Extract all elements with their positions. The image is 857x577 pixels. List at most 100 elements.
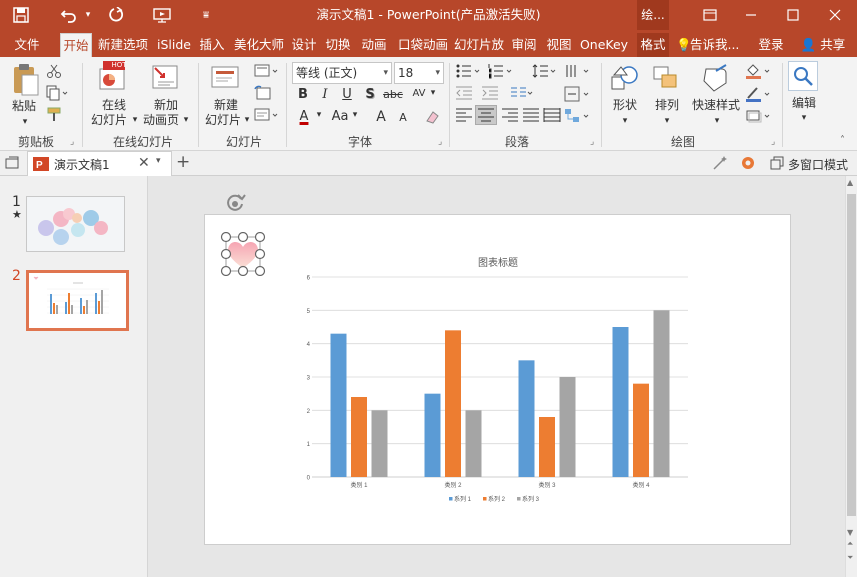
tab-format[interactable]: 格式	[637, 33, 669, 57]
font-color-dropdown-icon[interactable]: ▾	[314, 110, 324, 120]
bar-2-4[interactable]	[633, 383, 649, 477]
tab-onekey[interactable]: OneKey	[578, 33, 630, 57]
document-tab[interactable]: P 演示文稿1 ✕ ▾	[27, 151, 172, 176]
char-spacing-button[interactable]: AV	[408, 88, 430, 99]
quick-styles-button[interactable]: 快速样式	[688, 98, 744, 112]
context-tab-header[interactable]: 绘...	[637, 0, 669, 30]
change-case-dropdown-icon[interactable]: ▾	[350, 110, 360, 120]
arrange-icon[interactable]	[652, 63, 682, 98]
align-right-icon[interactable]	[501, 108, 519, 125]
tab-review[interactable]: 审阅	[508, 33, 540, 57]
quick-styles-icon[interactable]	[700, 63, 732, 98]
shape-effects-icon[interactable]	[745, 108, 773, 127]
tab-dropdown-icon[interactable]: ▾	[156, 156, 161, 166]
tabs-nav-icon[interactable]	[5, 156, 19, 173]
new-slide-icon[interactable]	[210, 63, 242, 98]
shapes-button[interactable]: 形状	[606, 98, 644, 112]
tab-view[interactable]: 视图	[544, 33, 574, 57]
new-slide-label1[interactable]: 新建	[206, 98, 246, 112]
reset-icon[interactable]	[254, 85, 272, 104]
align-text-icon[interactable]	[564, 86, 592, 105]
bar-1-2[interactable]	[424, 393, 441, 477]
paste-dropdown-icon[interactable]: ▾	[20, 115, 30, 129]
online-slide-label1[interactable]: 在线	[88, 98, 140, 112]
online-anim-label2[interactable]: 动画页	[140, 113, 182, 127]
strikethrough-button[interactable]: abc	[382, 88, 404, 101]
new-slide-label2[interactable]: 幻灯片	[202, 113, 244, 127]
online-anim-label1[interactable]: 新加	[144, 98, 188, 112]
font-launcher-icon[interactable]: ⌟	[438, 137, 442, 147]
align-center-icon[interactable]	[475, 105, 497, 125]
italic-button[interactable]: I	[318, 87, 332, 102]
new-slide-dropdown-icon[interactable]: ▾	[242, 113, 252, 127]
decrease-indent-icon[interactable]	[455, 86, 473, 103]
chart-title[interactable]: 图表标题	[478, 256, 518, 269]
font-size-combo[interactable]: 18 ▾	[394, 62, 444, 84]
columns-icon[interactable]	[510, 86, 534, 103]
grow-font-button[interactable]: A	[374, 109, 388, 125]
change-case-button[interactable]: Aa	[330, 109, 350, 124]
font-name-combo[interactable]: 等线 (正文) ▾	[292, 62, 392, 84]
shape-fill-icon[interactable]	[745, 63, 773, 82]
shapes-dropdown-icon[interactable]: ▾	[620, 114, 630, 128]
tab-design[interactable]: 设计	[289, 33, 319, 57]
shape-outline-icon[interactable]	[745, 86, 773, 105]
bar-3-4[interactable]	[653, 310, 670, 477]
share-button[interactable]: 👤 共享	[795, 33, 851, 57]
tab-transitions[interactable]: 切换	[323, 33, 353, 57]
bold-button[interactable]: B	[296, 87, 310, 102]
align-left-icon[interactable]	[455, 108, 473, 125]
tab-pocket-animation[interactable]: 口袋动画	[396, 33, 450, 57]
editing-button[interactable]: 编辑	[784, 96, 824, 110]
format-painter-icon[interactable]	[46, 107, 64, 126]
section-icon[interactable]	[254, 107, 280, 126]
char-spacing-dropdown-icon[interactable]: ▾	[428, 88, 438, 98]
signin-link[interactable]: 登录	[756, 33, 786, 57]
distributed-icon[interactable]	[543, 108, 561, 125]
bar-2-3[interactable]	[539, 417, 555, 477]
close-tab-icon[interactable]: ✕	[138, 155, 150, 171]
bar-1-4[interactable]	[612, 327, 629, 477]
online-slide-label2[interactable]: 幻灯片	[86, 113, 132, 127]
online-animation-icon[interactable]	[150, 63, 180, 96]
increase-indent-icon[interactable]	[481, 86, 499, 103]
slide-thumbnail-2[interactable]	[26, 270, 129, 331]
layout-icon[interactable]	[254, 63, 280, 82]
bar-1-3[interactable]	[518, 360, 535, 477]
arrange-dropdown-icon[interactable]: ▾	[662, 114, 672, 128]
bar-1-1[interactable]	[330, 333, 347, 477]
multi-window-mode-label[interactable]: 多窗口模式	[788, 156, 848, 173]
close-icon[interactable]	[814, 0, 856, 30]
scroll-down-icon[interactable]: ▼	[847, 528, 853, 537]
tab-beautify-master[interactable]: 美化大师	[231, 33, 287, 57]
shadow-button[interactable]: S	[363, 87, 377, 102]
editing-icon[interactable]	[788, 61, 818, 91]
tab-new-options[interactable]: 新建选项	[96, 33, 150, 57]
clipboard-launcher-icon[interactable]: ⌟	[70, 137, 74, 147]
next-slide-icon[interactable]: ⏷	[847, 554, 853, 562]
online-slide-dropdown-icon[interactable]: ▾	[130, 113, 140, 127]
text-direction-icon[interactable]	[564, 63, 592, 82]
justify-icon[interactable]	[522, 108, 540, 125]
ribbon-display-icon[interactable]	[689, 0, 731, 30]
scrollbar-thumb[interactable]	[847, 194, 856, 516]
prev-slide-icon[interactable]: ⏶	[847, 540, 853, 548]
bar-2-2[interactable]	[445, 330, 461, 477]
tab-home[interactable]: 开始	[60, 33, 92, 57]
collapse-ribbon-icon[interactable]: ˄	[840, 135, 845, 146]
tab-file[interactable]: 文件	[6, 33, 48, 57]
bar-2-1[interactable]	[351, 397, 367, 477]
bar-3-2[interactable]	[465, 410, 482, 477]
minimize-icon[interactable]	[730, 0, 772, 30]
multi-window-icon[interactable]	[770, 156, 784, 173]
bullets-icon[interactable]	[455, 63, 483, 82]
drawing-launcher-icon[interactable]: ⌟	[771, 137, 775, 147]
column-chart[interactable]: 图表标题 0 1 2 3 4 5 6 类别 1 类别 2 类别 3 类别 4 系列 1 系列 2 系列…	[205, 215, 792, 546]
quick-styles-dropdown-icon[interactable]: ▾	[712, 114, 722, 128]
tab-islide[interactable]: iSlide	[155, 33, 193, 57]
numbering-icon[interactable]	[487, 63, 515, 82]
online-anim-dropdown-icon[interactable]: ▾	[181, 113, 191, 127]
arrange-button[interactable]: 排列	[648, 98, 686, 112]
paste-icon[interactable]	[10, 63, 40, 97]
tab-slideshow[interactable]: 幻灯片放	[452, 33, 506, 57]
